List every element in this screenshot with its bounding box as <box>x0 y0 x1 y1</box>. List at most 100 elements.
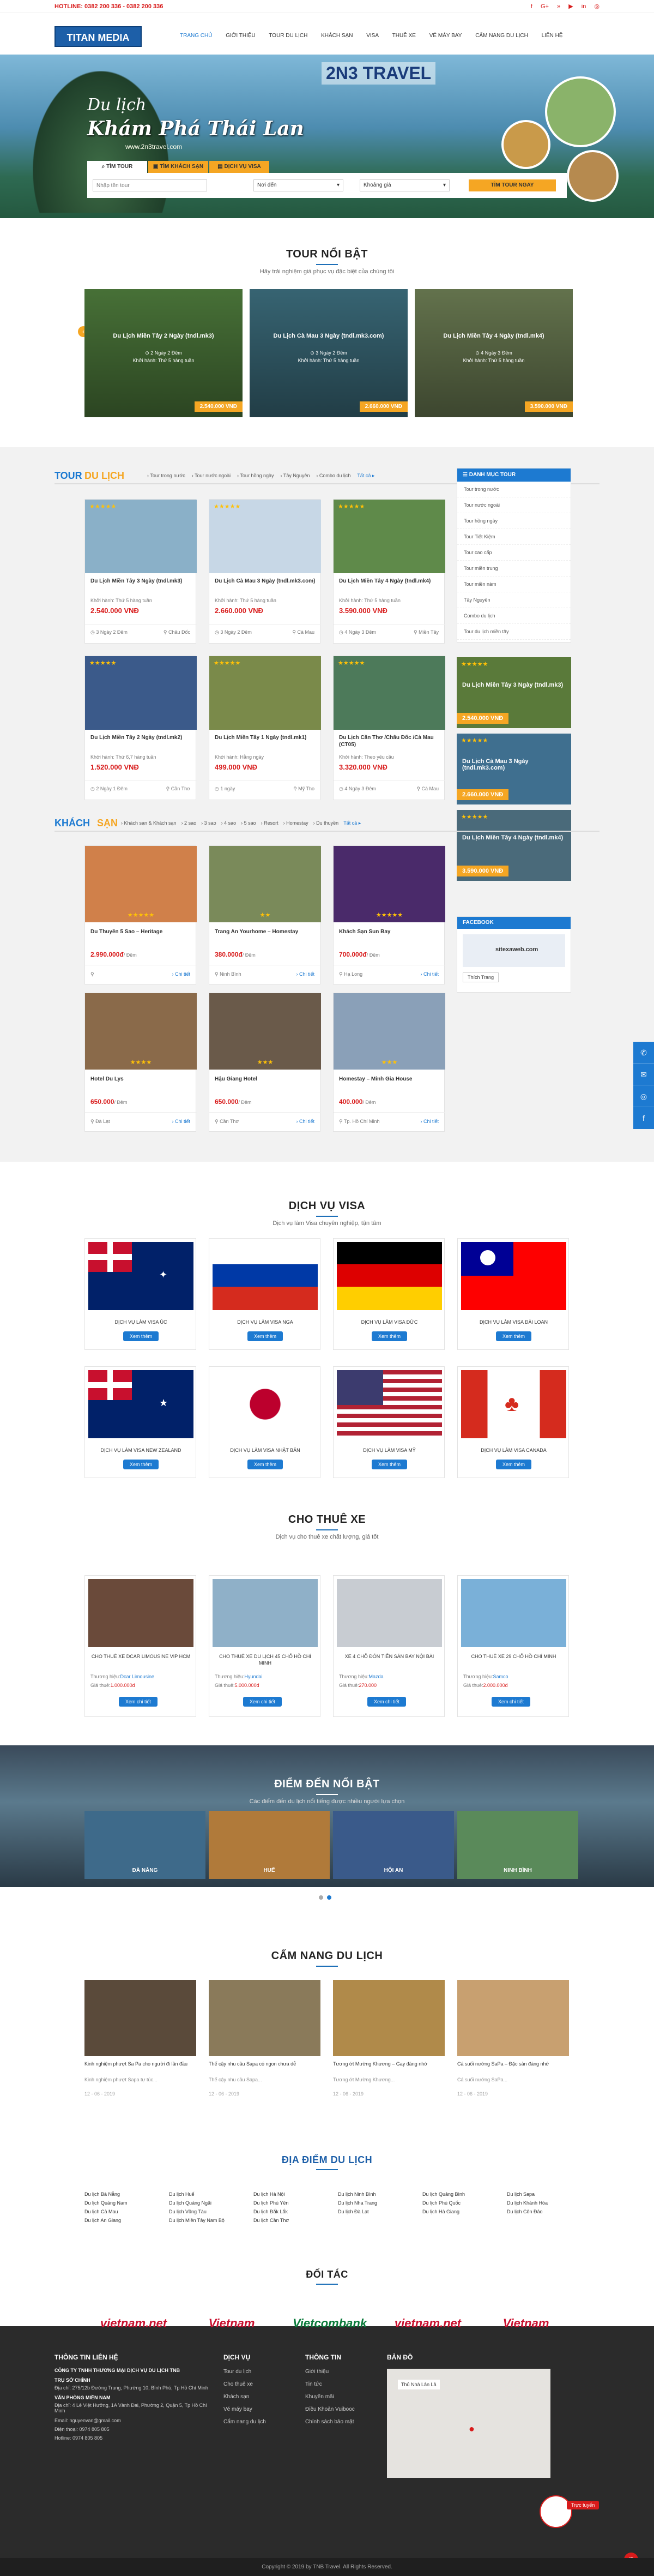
tour-name[interactable]: Du Lịch Miền Tây 4 Ngày (tndl.mk4) <box>339 578 440 585</box>
chat-online-badge[interactable]: Trực tuyến <box>567 2501 600 2509</box>
hotel-detail-link[interactable]: › Chi tiết <box>296 1119 314 1124</box>
car-detail-button[interactable]: Xem chi tiết <box>119 1697 158 1707</box>
car-card[interactable]: CHO THUÊ XE DCAR LIMOUSINE VIP HCM Thương… <box>84 1575 196 1717</box>
sidebar-promo-tour[interactable]: ★★★★★ Du Lịch Miền Tây 3 Ngày (tndl.mk3) 2… <box>457 657 571 728</box>
messenger-icon[interactable]: ◎ <box>633 1085 654 1107</box>
tour-name[interactable]: Du Lịch Miền Tây 3 Ngày (tndl.mk3) <box>90 578 191 585</box>
partner-logo[interactable]: Vietnam <box>480 2307 572 2340</box>
tour-card[interactable]: ★★★★★ Du Lịch Cần Thơ /Châu Đốc /Cà Mau (… <box>333 656 445 800</box>
tour-tab[interactable]: › Tour hồng ngày <box>237 473 274 478</box>
twitter-icon[interactable]: » <box>557 3 560 10</box>
sidebar-category-item[interactable]: Tour nước ngoài <box>457 497 571 513</box>
sidebar-category-item[interactable]: Tour hồng ngày <box>457 513 571 529</box>
search-tour-button[interactable]: TÌM TOUR NGAY <box>469 179 556 191</box>
partner-logo[interactable]: Vietcombank <box>283 2307 376 2340</box>
facebook-icon[interactable]: f <box>633 1107 654 1129</box>
hotel-name[interactable]: Homestay – Minh Gia House <box>339 1076 440 1082</box>
visa-card[interactable]: ★ DỊCH VỤ LÀM VISA NEW ZEALAND Xem thêm <box>84 1366 196 1478</box>
car-detail-button[interactable]: Xem chi tiết <box>492 1697 531 1707</box>
footer-link[interactable]: Vé máy bay <box>223 2406 300 2412</box>
nav-hotels[interactable]: KHÁCH SẠN <box>321 33 353 39</box>
footer-phone[interactable]: Điện thoại: 0974 805 805 <box>55 2427 218 2432</box>
nav-car-rental[interactable]: THUÊ XE <box>392 33 416 39</box>
visa-more-button[interactable]: Xem thêm <box>123 1460 159 1469</box>
sidebar-category-item[interactable]: Combo du lịch <box>457 608 571 624</box>
nav-guide[interactable]: CẨM NANG DU LỊCH <box>475 33 528 39</box>
facebook-icon[interactable]: f <box>531 3 532 10</box>
footer-hotline[interactable]: Hotline: 0974 805 805 <box>55 2435 218 2441</box>
partner-logo[interactable]: vietnam.net <box>87 2307 180 2340</box>
tour-name[interactable]: Du Lịch Miền Tây 2 Ngày (tndl.mk2) <box>90 734 191 741</box>
place-link[interactable]: Du lịch Ninh Bình <box>338 2190 420 2199</box>
visa-more-button[interactable]: Xem thêm <box>247 1460 283 1469</box>
sidebar-promo-tour[interactable]: ★★★★★ Du Lịch Cà Mau 3 Ngày (tndl.mk3.com… <box>457 734 571 804</box>
tour-name-input[interactable] <box>93 179 207 191</box>
tour-card[interactable]: ★★★★★ Du Lịch Miền Tây 1 Ngày (tndl.mk1) K… <box>209 656 321 800</box>
price-range-select[interactable]: Khoảng giá ▾ <box>360 179 450 191</box>
logo[interactable]: TITAN MEDIA <box>55 26 142 47</box>
footer-link[interactable]: Khuyến mãi <box>305 2394 382 2400</box>
car-name[interactable]: CHO THUÊ XE 29 CHỖ HỒ CHÍ MINH <box>463 1653 564 1660</box>
tour-tab[interactable]: › Tour nước ngoài <box>192 473 231 478</box>
hotel-tab[interactable]: › Khách sạn & Khách sạn <box>121 820 177 826</box>
visa-service-name[interactable]: DỊCH VỤ LÀM VISA ĐỨC <box>334 1319 445 1325</box>
nav-contact[interactable]: LIÊN HỆ <box>542 33 563 39</box>
visa-more-button[interactable]: Xem thêm <box>372 1331 408 1341</box>
google-plus-icon[interactable]: G+ <box>541 3 549 10</box>
footer-link[interactable]: Cẩm nang du lịch <box>223 2419 300 2425</box>
guide-article-title[interactable]: Kinh nghiệm phượt Sa Pa cho người đi lần… <box>84 2061 196 2067</box>
place-link[interactable]: Du lịch Đà Lạt <box>338 2207 420 2216</box>
hotel-tab[interactable]: › Resort <box>261 820 278 826</box>
destination-card[interactable]: NINH BÌNH <box>457 1811 578 1879</box>
tab-visa-service[interactable]: ▤ DỊCH VỤ VISA <box>209 161 269 173</box>
linkedin-icon[interactable]: in <box>582 3 586 10</box>
hotel-name[interactable]: Hotel Du Lys <box>90 1076 191 1082</box>
footer-link[interactable]: Chính sách bảo mật <box>305 2419 382 2425</box>
destination-select[interactable]: Nơi đến ▾ <box>253 179 343 191</box>
visa-card[interactable]: ♣ DỊCH VỤ LÀM VISA CANADA Xem thêm <box>457 1366 569 1478</box>
visa-card[interactable]: DỊCH VỤ LÀM VISA NGA Xem thêm <box>209 1238 320 1350</box>
hotel-card[interactable]: ★★★★★ Du Thuyền 5 Sao – Heritage 2.990.000… <box>84 845 197 984</box>
footer-link[interactable]: Khách sạn <box>223 2394 300 2400</box>
place-link[interactable]: Du lịch Miền Tây Nam Bộ <box>169 2216 251 2225</box>
car-name[interactable]: XE 4 CHỖ ĐÓN TIỄN SÂN BAY NỘI BÀI <box>339 1653 440 1660</box>
visa-service-name[interactable]: DỊCH VỤ LÀM VISA CANADA <box>458 1448 570 1453</box>
visa-more-button[interactable]: Xem thêm <box>123 1331 159 1341</box>
place-link[interactable]: Du lịch Phú Quốc <box>422 2199 504 2207</box>
featured-tour-card[interactable]: Du Lịch Miền Tây 2 Ngày (tndl.mk3) ⊙ 2 Ng… <box>84 289 243 417</box>
hotel-detail-link[interactable]: › Chi tiết <box>172 1119 190 1124</box>
hotel-card[interactable]: ★★ Trang An Yourhome – Homestay 380.000đ/ … <box>209 845 321 984</box>
tab-find-hotel[interactable]: ▣ TÌM KHÁCH SẠN <box>148 161 208 173</box>
visa-service-name[interactable]: DỊCH VỤ LÀM VISA ÚC <box>85 1319 197 1325</box>
featured-tour-card[interactable]: Du Lịch Miền Tây 4 Ngày (tndl.mk4) ⊙ 4 Ng… <box>415 289 573 417</box>
place-link[interactable]: Du lịch Khánh Hòa <box>507 2199 589 2207</box>
guide-article-title[interactable]: Cá suối nướng SaPa – Đặc sản đáng nhớ <box>457 2061 569 2067</box>
place-link[interactable]: Du lịch Côn Đảo <box>507 2207 589 2216</box>
guide-article-card[interactable]: Tương ớt Mường Khương – Gay đáng nhớ Tươn… <box>333 1980 445 2105</box>
tour-card[interactable]: ★★★★★ Du Lịch Cà Mau 3 Ngày (tndl.mk3.com… <box>209 499 321 644</box>
car-name[interactable]: CHO THUÊ XE DU LỊCH 45 CHỖ HỒ CHÍ MINH <box>215 1653 316 1666</box>
slider-dot-2[interactable] <box>327 1895 331 1900</box>
hotel-detail-link[interactable]: › Chi tiết <box>420 971 439 977</box>
visa-more-button[interactable]: Xem thêm <box>496 1331 532 1341</box>
car-card[interactable]: CHO THUÊ XE DU LỊCH 45 CHỖ HỒ CHÍ MINH Th… <box>209 1575 320 1717</box>
guide-article-title[interactable]: Thế cậy nhu cầu Sapa có ngon chưa dễ <box>209 2061 320 2067</box>
visa-service-name[interactable]: DỊCH VỤ LÀM VISA NGA <box>209 1319 321 1325</box>
nav-flights[interactable]: VÉ MÁY BAY <box>429 33 462 39</box>
slider-dot-1[interactable] <box>319 1895 323 1900</box>
phone-icon[interactable]: ✆ <box>633 1042 654 1064</box>
hotel-card[interactable]: ★★★★★ Khách Sạn Sun Bay 700.000đ/ Đêm ⚲ Hạ … <box>333 845 445 984</box>
place-link[interactable]: Du lịch Quảng Ngãi <box>169 2199 251 2207</box>
visa-card[interactable]: DỊCH VỤ LÀM VISA ĐÀI LOAN Xem thêm <box>457 1238 569 1350</box>
car-detail-button[interactable]: Xem chi tiết <box>367 1697 407 1707</box>
footer-link[interactable]: Điều Khoản Vuibooc <box>305 2406 382 2412</box>
facebook-like-button[interactable]: Thích Trang <box>463 972 499 982</box>
hotel-detail-link[interactable]: › Chi tiết <box>296 971 314 977</box>
guide-article-card[interactable]: Cá suối nướng SaPa – Đặc sản đáng nhớ Cá … <box>457 1980 569 2105</box>
visa-service-name[interactable]: DỊCH VỤ LÀM VISA MỸ <box>334 1448 445 1453</box>
destination-card[interactable]: HỘI AN <box>333 1811 454 1879</box>
visa-card[interactable]: ✦ DỊCH VỤ LÀM VISA ÚC Xem thêm <box>84 1238 196 1350</box>
car-card[interactable]: XE 4 CHỖ ĐÓN TIỄN SÂN BAY NỘI BÀI Thương … <box>333 1575 445 1717</box>
tour-name[interactable]: Du Lịch Miền Tây 1 Ngày (tndl.mk1) <box>215 734 316 741</box>
hotel-detail-link[interactable]: › Chi tiết <box>420 1119 439 1124</box>
